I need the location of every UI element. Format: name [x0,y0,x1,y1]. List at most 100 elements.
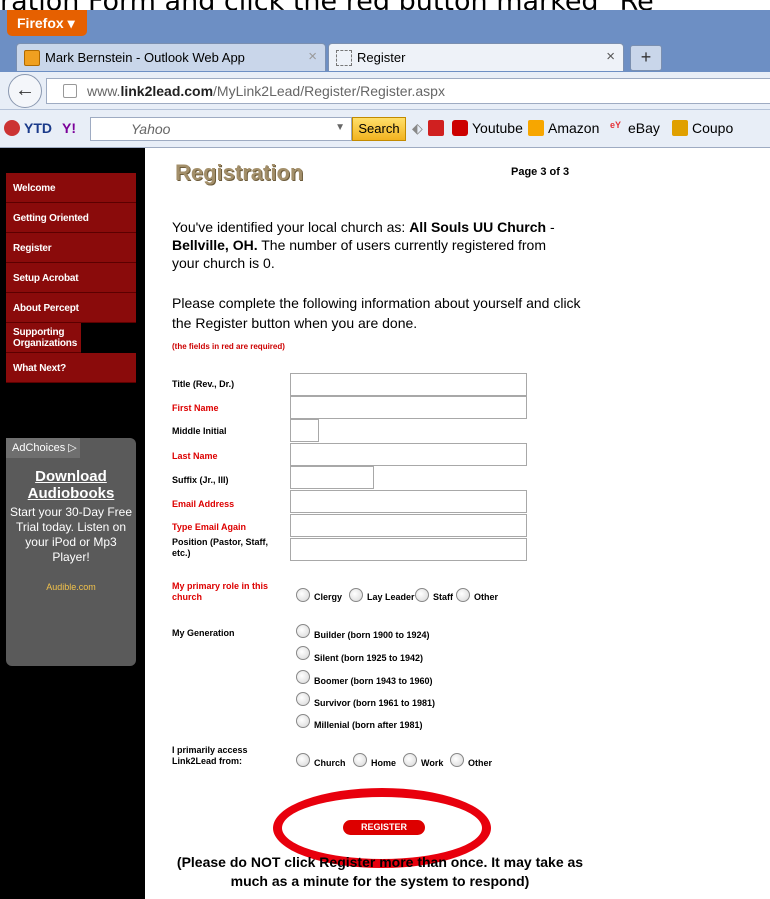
position-input[interactable] [290,538,527,561]
title-input[interactable] [290,373,527,396]
tab-outlook[interactable]: Mark Bernstein - Outlook Web App × [16,43,326,71]
bookmark-youtube[interactable]: Youtube [472,120,523,136]
outlook-icon [24,50,40,66]
required-note: (the fields in red are required) [172,342,285,351]
generation-builder-radio[interactable] [296,624,310,638]
yahoo-logo[interactable]: Y! [62,120,76,136]
adchoices-link[interactable]: AdChoices ▷ [6,438,80,458]
generation-survivor-label: Survivor (born 1961 to 1981) [314,698,436,708]
ytd-button[interactable]: YTD [24,120,52,136]
generation-label: My Generation [172,628,235,638]
generation-silent-radio[interactable] [296,646,310,660]
generation-boomer-radio[interactable] [296,670,310,684]
url-path: /MyLink2Lead/Register/Register.aspx [213,83,445,99]
sidebar: Welcome Getting Oriented Register Setup … [0,148,145,899]
registration-form: Registration Page 3 of 3 You've identifi… [145,148,770,899]
ad-link[interactable]: Download Audiobooks [6,468,136,502]
back-button[interactable]: ← [8,74,42,108]
sidebar-item-setup-acrobat[interactable]: Setup Acrobat [6,263,136,293]
bookmark-amazon[interactable]: Amazon [548,120,599,136]
church-intro: You've identified your local church as: … [172,218,572,272]
bookmark-ebay[interactable]: eBay [628,120,660,136]
generation-survivor-radio[interactable] [296,692,310,706]
role-lay-leader-radio[interactable] [349,588,363,602]
new-tab-button[interactable]: + [630,45,662,71]
generation-millenial-radio[interactable] [296,714,310,728]
church-city: Bellville, OH. [172,237,258,253]
ebay-icon: eY [610,120,622,130]
navigation-bar: ← www.link2lead.com/MyLink2Lead/Register… [0,72,770,110]
access-church-label: Church [314,758,346,768]
generation-builder-label: Builder (born 1900 to 1924) [314,630,430,640]
access-work-label: Work [421,758,444,768]
ad-box: AdChoices ▷ Download Audiobooks Start yo… [6,438,136,666]
bookmark-icon[interactable] [428,120,444,136]
youtube-icon [452,120,468,136]
role-staff-label: Staff [433,592,453,602]
yahoo-search-input[interactable]: Yahoo ▼ [90,117,352,141]
suffix-input[interactable] [290,466,374,489]
email-confirm-label: Type Email Again [172,522,247,532]
register-note: (Please do NOT click Register more than … [176,854,584,889]
role-label: My primary role in this church [172,581,269,602]
sidebar-item-what-next[interactable]: What Next? [6,353,136,383]
access-home-label: Home [371,758,397,768]
sidebar-item-about-percept[interactable]: About Percept [6,293,136,323]
email-input[interactable] [290,490,527,513]
ytd-icon [4,120,20,136]
role-staff-radio[interactable] [415,588,429,602]
amazon-icon [528,120,544,136]
instructions: Please complete the following informatio… [172,295,581,331]
access-church-radio[interactable] [296,753,310,767]
search-button[interactable]: Search [352,117,406,141]
access-other-radio[interactable] [450,753,464,767]
access-home-radio[interactable] [353,753,367,767]
last-name-label: Last Name [172,451,218,461]
middle-initial-label: Middle Initial [172,426,227,436]
bookmarks-toolbar: YTD Y! Yahoo ▼ Search ⬖ Youtube Amazon e… [0,110,770,148]
sidebar-item-supporting-organizations[interactable]: Supporting Organizations [6,323,81,353]
email-label: Email Address [172,499,235,509]
firefox-menu-button[interactable]: Firefox ▾ [7,10,87,36]
page-title: Registration [175,160,304,185]
first-name-label: First Name [172,403,219,413]
coupon-icon [672,120,688,136]
yahoo-search-placeholder: Yahoo [131,121,171,137]
ad-text: Start your 30-Day Free Trial today. List… [9,505,133,564]
generation-silent-label: Silent (born 1925 to 1942) [314,653,424,663]
intro-dash: - [546,219,555,235]
ad-source[interactable]: Audible.com [6,582,136,592]
generation-boomer-label: Boomer (born 1943 to 1960) [314,676,433,686]
close-icon[interactable]: × [308,48,317,65]
tab-register[interactable]: Register × [328,43,624,71]
first-name-input[interactable] [290,396,527,419]
separator-icon: ⬖ [412,120,423,136]
firefox-menu-label: Firefox [17,15,64,31]
url-bar[interactable]: www.link2lead.com/MyLink2Lead/Register/R… [46,78,770,104]
access-other-label: Other [468,758,493,768]
adchoices-icon: ▷ [68,442,77,454]
sidebar-item-welcome[interactable]: Welcome [6,173,136,203]
close-icon[interactable]: × [606,48,615,65]
chevron-down-icon[interactable]: ▼ [335,122,345,133]
middle-initial-input[interactable] [290,419,319,442]
url-prefix: www. [87,83,121,99]
role-clergy-radio[interactable] [296,588,310,602]
access-work-radio[interactable] [403,753,417,767]
intro-text-a: You've identified your local church as: [172,219,410,235]
sidebar-item-register[interactable]: Register [6,233,136,263]
email-confirm-input[interactable] [290,514,527,537]
suffix-label: Suffix (Jr., III) [172,475,229,485]
role-lay-leader-label: Lay Leader [367,592,415,602]
bookmark-coupons[interactable]: Coupo [692,120,733,136]
last-name-input[interactable] [290,443,527,466]
role-clergy-label: Clergy [314,592,343,602]
tab-register-label: Register [357,50,406,65]
page-indicator: Page 3 of 3 [511,166,570,178]
sidebar-item-getting-oriented[interactable]: Getting Oriented [6,203,136,233]
role-other-radio[interactable] [456,588,470,602]
role-other-label: Other [474,592,499,602]
generation-millenial-label: Millenial (born after 1981) [314,720,423,730]
browser-chrome: Firefox ▾ Mark Bernstein - Outlook Web A… [0,10,770,148]
title-label: Title (Rev., Dr.) [172,379,235,389]
